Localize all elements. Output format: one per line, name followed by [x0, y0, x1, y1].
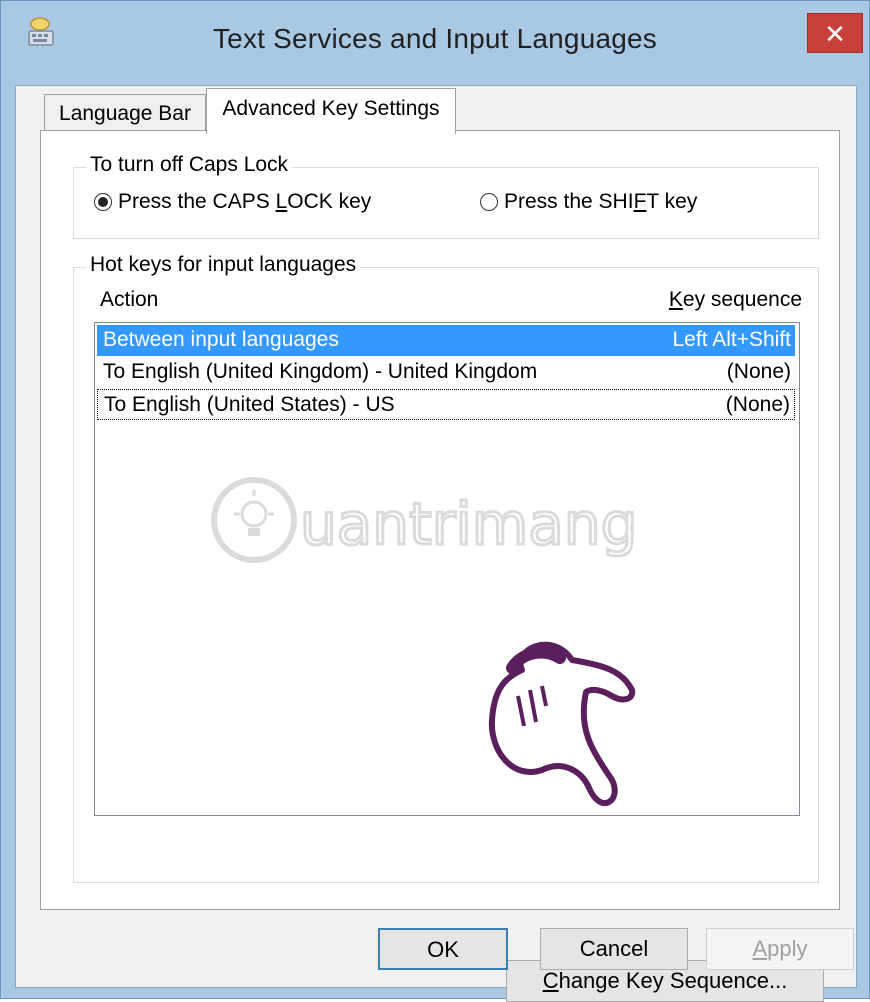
radio-unchecked-icon [480, 193, 498, 211]
tab-advanced-key-settings[interactable]: Advanced Key Settings [206, 88, 456, 134]
ok-button[interactable]: OK [378, 928, 508, 970]
column-header-key-sequence: Key sequence [668, 288, 802, 311]
lightbulb-icon [234, 490, 274, 536]
cancel-button[interactable]: Cancel [540, 928, 688, 970]
row-action: Between input languages [103, 328, 339, 351]
hot-keys-group-label: Hot keys for input languages [86, 253, 361, 277]
row-key-sequence: Left Alt+Shift [672, 328, 792, 351]
pointing-hand-icon [488, 641, 636, 806]
column-header-action: Action [100, 288, 159, 311]
title-bar[interactable]: Text Services and Input Languages ✕ [1, 1, 869, 85]
row-action: To English (United States) - US [104, 393, 395, 416]
row-action: To English (United Kingdom) - United Kin… [103, 360, 538, 383]
list-row-english-uk[interactable]: To English (United Kingdom) - United Kin… [97, 357, 795, 388]
watermark-text: uantrimang [300, 490, 637, 558]
radio-caps-lock-key[interactable]: Press the CAPS LOCK key [94, 190, 371, 214]
caps-lock-group-label: To turn off Caps Lock [86, 153, 293, 177]
radio-shift-label: Press the SHIFT key [504, 190, 698, 213]
radio-caps-lock-label: Press the CAPS LOCK key [118, 190, 372, 213]
row-key-sequence: (None) [725, 393, 790, 416]
watermark: uantrimang [211, 477, 639, 563]
apply-button[interactable]: Apply [706, 928, 854, 970]
close-button[interactable]: ✕ [807, 13, 863, 53]
window-title: Text Services and Input Languages [212, 23, 657, 54]
close-icon: ✕ [824, 19, 846, 49]
radio-checked-icon [94, 193, 112, 211]
tab-language-bar[interactable]: Language Bar [44, 94, 206, 132]
list-row-english-us[interactable]: To English (United States) - US (None) [97, 389, 795, 420]
list-row-between-languages[interactable]: Between input languages Left Alt+Shift [97, 325, 795, 356]
caps-lock-group: To turn off Caps Lock Press the CAPS LOC… [73, 153, 819, 239]
radio-shift-key[interactable]: Press the SHIFT key [480, 190, 697, 214]
row-key-sequence: (None) [726, 360, 791, 383]
